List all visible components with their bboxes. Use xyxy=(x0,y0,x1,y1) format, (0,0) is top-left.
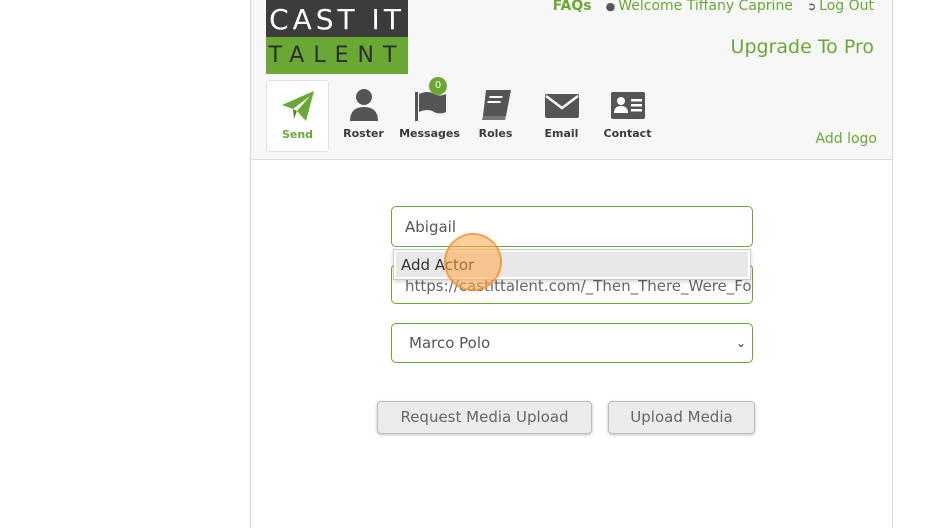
logout-text: Log Out xyxy=(819,0,874,14)
welcome-link[interactable]: ● Welcome Tiffany Caprine xyxy=(606,0,793,14)
top-links: FAQs ● Welcome Tiffany Caprine ➲ Log Out xyxy=(553,0,874,14)
cast-it-talent-logo[interactable]: CAST IT TALENT xyxy=(266,0,408,74)
nav-roster-label: Roster xyxy=(343,127,384,140)
nav-roster[interactable]: Roster xyxy=(332,80,395,152)
nav-send-label: Send xyxy=(281,128,314,141)
upgrade-to-pro-link[interactable]: Upgrade To Pro xyxy=(731,36,874,58)
role-select-value: Marco Polo xyxy=(409,334,491,352)
main-nav: Send Roster 0 Messages Roles Email Conta… xyxy=(266,77,662,152)
nav-roles-label: Roles xyxy=(478,127,513,140)
welcome-text: Welcome Tiffany Caprine xyxy=(618,0,793,14)
request-media-upload-button[interactable]: Request Media Upload xyxy=(377,401,592,434)
paper-plane-icon xyxy=(281,91,314,121)
logout-link[interactable]: ➲ Log Out xyxy=(807,0,874,14)
actor-name-input[interactable]: Abigail xyxy=(391,206,753,247)
messages-badge: 0 xyxy=(429,77,447,95)
nav-contact[interactable]: Contact xyxy=(596,80,659,152)
chevron-down-icon: ⌄ xyxy=(735,336,746,350)
upload-media-button[interactable]: Upload Media xyxy=(608,401,755,434)
nav-send[interactable]: Send xyxy=(266,80,329,152)
logo-line-2: TALENT xyxy=(266,37,408,74)
role-select[interactable]: Marco Polo ⌄ xyxy=(391,323,753,363)
logout-icon: ➲ xyxy=(806,0,817,13)
envelope-icon xyxy=(544,94,579,118)
address-card-icon xyxy=(610,92,645,119)
nav-messages-label: Messages xyxy=(399,127,460,140)
autocomplete-dropdown: Add Actor xyxy=(393,249,751,280)
nav-roles[interactable]: Roles xyxy=(464,80,527,152)
nav-messages[interactable]: 0 Messages xyxy=(398,77,461,152)
header: CAST IT TALENT FAQs ● Welcome Tiffany Ca… xyxy=(251,0,892,160)
add-logo-link[interactable]: Add logo xyxy=(816,131,877,147)
autocomplete-add-actor[interactable]: Add Actor xyxy=(396,252,748,277)
nav-email-label: Email xyxy=(544,127,579,140)
main-panel: CAST IT TALENT FAQs ● Welcome Tiffany Ca… xyxy=(250,0,893,528)
logo-line-1: CAST IT xyxy=(266,0,408,37)
faqs-link[interactable]: FAQs xyxy=(553,0,592,14)
nav-email[interactable]: Email xyxy=(530,80,593,152)
user-icon xyxy=(349,89,378,121)
nav-contact-label: Contact xyxy=(603,127,652,140)
book-icon xyxy=(481,90,511,120)
user-icon: ● xyxy=(605,0,616,13)
